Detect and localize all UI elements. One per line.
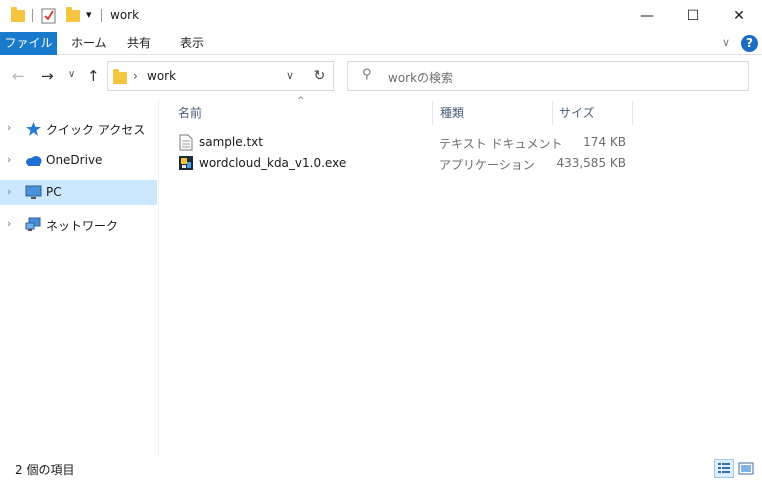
folder-icon	[113, 69, 127, 84]
network-icon	[25, 217, 41, 231]
address-row: ← → ∨ ↑ › work ∨ ↻ ⚲ workの検索	[0, 55, 762, 99]
nav-item-label: OneDrive	[46, 153, 103, 167]
title-bar: ▾ work — ☐ ✕	[0, 0, 762, 32]
details-view-icon	[718, 463, 730, 473]
address-bar[interactable]: › work ∨	[107, 61, 334, 91]
large-icons-view-icon	[738, 462, 754, 475]
tab-view[interactable]: 表示	[170, 32, 214, 55]
large-icons-view-button[interactable]	[736, 459, 756, 478]
file-type: アプリケーション	[439, 158, 535, 172]
file-row[interactable]: wordcloud_kda_v1.0.exe アプリケーション 433,585 …	[174, 153, 634, 174]
file-row[interactable]: sample.txt テキスト ドキュメント 174 KB	[174, 132, 634, 153]
expand-chevron-icon[interactable]: ›	[7, 185, 11, 198]
tab-home[interactable]: ホーム	[61, 32, 117, 55]
nav-item-quick-access[interactable]: › クイック アクセス	[0, 116, 157, 141]
expand-chevron-icon[interactable]: ›	[7, 153, 11, 166]
nav-item-label: PC	[46, 185, 62, 199]
column-header-size[interactable]: サイズ	[559, 101, 631, 125]
column-header-name[interactable]: 名前	[178, 101, 430, 125]
ribbon-expand-icon[interactable]: ∨	[722, 36, 730, 49]
recent-locations-button[interactable]: ∨	[68, 69, 75, 80]
expand-chevron-icon[interactable]: ›	[7, 121, 11, 134]
column-divider[interactable]	[552, 101, 553, 125]
nav-item-onedrive[interactable]: › OneDrive	[0, 148, 157, 173]
expand-chevron-icon[interactable]: ›	[7, 217, 11, 230]
item-count: 2 個の項目	[15, 463, 75, 477]
help-icon[interactable]: ?	[741, 35, 758, 52]
close-button[interactable]: ✕	[716, 0, 762, 32]
divider	[32, 9, 33, 22]
column-header-type[interactable]: 種類	[440, 101, 550, 125]
star-icon	[26, 122, 41, 136]
folder-icon	[11, 7, 25, 22]
nav-item-label: クイック アクセス	[46, 123, 146, 137]
tab-file[interactable]: ファイル	[0, 32, 57, 55]
nav-item-label: ネットワーク	[46, 219, 119, 233]
nav-item-network[interactable]: › ネットワーク	[0, 212, 157, 237]
properties-icon[interactable]	[41, 7, 57, 25]
column-divider[interactable]	[632, 101, 633, 125]
search-placeholder[interactable]: workの検索	[388, 69, 453, 86]
file-size: 174 KB	[583, 135, 626, 149]
minimize-button[interactable]: —	[624, 0, 670, 32]
divider	[101, 9, 102, 22]
text-file-icon	[179, 134, 193, 151]
refresh-button[interactable]: ↻	[306, 61, 334, 91]
cloud-icon	[26, 156, 42, 166]
file-type: テキスト ドキュメント	[439, 137, 563, 151]
breadcrumb-work[interactable]: work	[147, 69, 176, 83]
breadcrumb-chevron-icon[interactable]: ›	[133, 69, 138, 83]
maximize-button[interactable]: ☐	[670, 0, 716, 32]
search-icon: ⚲	[362, 67, 372, 82]
navigation-pane: › クイック アクセス › OneDrive › PC › ネットワーク	[0, 99, 159, 455]
exe-file-icon	[179, 156, 193, 170]
back-button[interactable]: ←	[12, 67, 25, 85]
tab-share[interactable]: 共有	[117, 32, 161, 55]
up-button[interactable]: ↑	[87, 67, 100, 85]
ribbon-tabs: ファイル ホーム 共有 表示 ∨ ?	[0, 32, 762, 55]
details-view-button[interactable]	[714, 459, 734, 478]
window-title: work	[110, 8, 140, 22]
file-name: sample.txt	[199, 135, 263, 149]
monitor-icon	[25, 185, 42, 199]
status-bar: 2 個の項目	[0, 455, 762, 481]
column-divider[interactable]	[432, 101, 433, 125]
file-name: wordcloud_kda_v1.0.exe	[199, 156, 347, 170]
file-size: 433,585 KB	[556, 156, 626, 170]
address-dropdown-icon[interactable]: ∨	[286, 69, 294, 82]
nav-item-pc[interactable]: › PC	[0, 180, 157, 205]
search-box[interactable]: ⚲ workの検索	[347, 61, 749, 91]
new-folder-icon[interactable]	[66, 7, 80, 22]
forward-button[interactable]: →	[41, 67, 54, 85]
customize-qa-dropdown[interactable]: ▾	[86, 8, 92, 26]
